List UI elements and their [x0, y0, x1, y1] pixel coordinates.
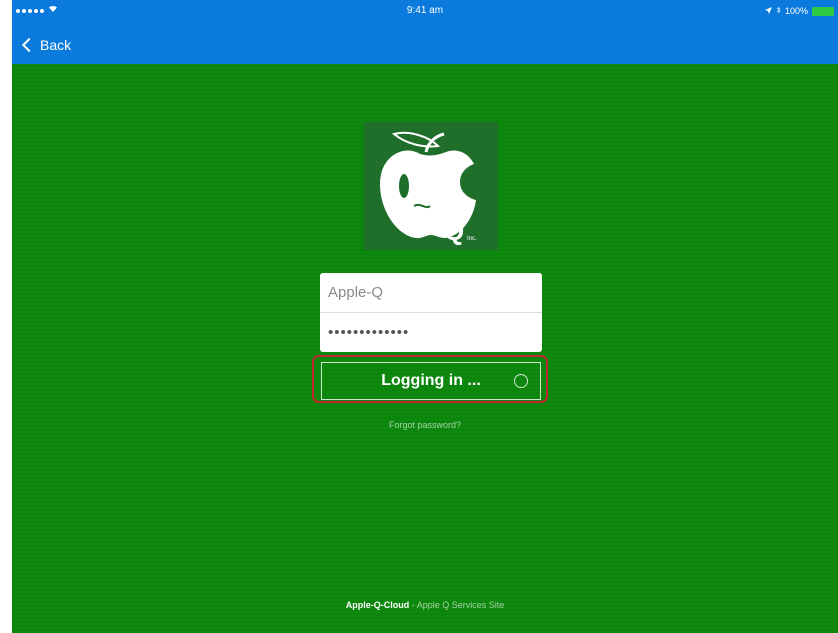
footer: Apple-Q-Cloud - Apple Q Services Site	[12, 600, 838, 610]
apple-q-logo-icon: Q Inc.	[380, 131, 477, 246]
bluetooth-icon	[776, 0, 781, 22]
footer-brand[interactable]: Apple-Q-Cloud	[346, 600, 410, 610]
battery-percent: 100%	[784, 6, 808, 16]
login-form	[320, 273, 542, 352]
status-right: 100%	[764, 0, 834, 22]
username-field[interactable]	[320, 273, 542, 312]
logo-q-text: Q	[444, 216, 464, 246]
status-bar: 9:41 am 100%	[12, 0, 838, 22]
logo-suffix-text: Inc.	[467, 236, 477, 242]
password-field[interactable]	[320, 312, 542, 351]
app-screen: 9:41 am 100% Back Q Inc. Apple-Q •••••••…	[12, 0, 838, 633]
login-button[interactable]: Logging in ...	[321, 362, 541, 400]
forgot-password-link[interactable]: Forgot password?	[12, 420, 838, 430]
apple-q-logo: Q Inc.	[364, 122, 498, 250]
loading-spinner-icon	[514, 374, 528, 388]
footer-separator: -	[409, 600, 417, 610]
back-button[interactable]: Back	[20, 34, 71, 56]
login-screen: Q Inc. Logging in ... Forgot password? A…	[12, 64, 838, 633]
login-button-label: Logging in ...	[381, 372, 481, 389]
status-time: 9:41 am	[406, 5, 444, 16]
back-label: Back	[40, 37, 72, 53]
chevron-left-icon	[21, 37, 37, 53]
navigation-bar: 9:41 am 100% Back	[12, 0, 838, 64]
location-arrow-icon	[764, 0, 772, 22]
battery-icon	[812, 6, 834, 16]
footer-tagline: Apple Q Services Site	[416, 600, 505, 610]
